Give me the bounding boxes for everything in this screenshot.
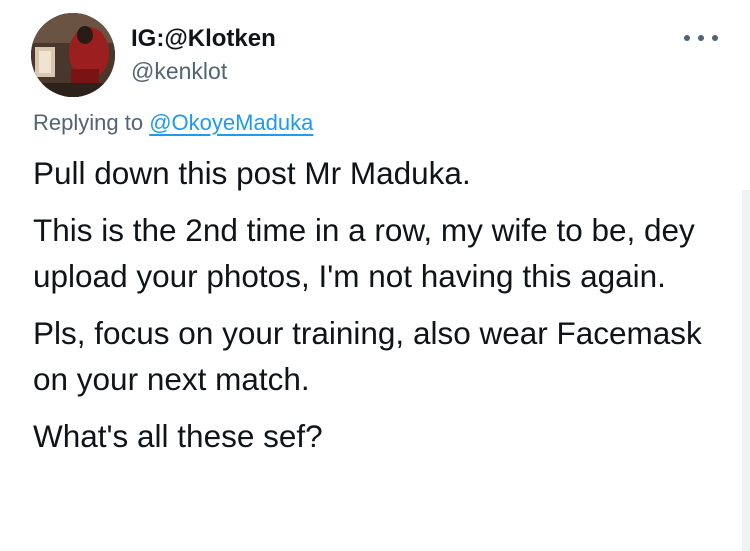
replying-to: Replying to @OkoyeMaduka <box>33 108 313 138</box>
replying-to-mention[interactable]: @OkoyeMaduka <box>149 110 313 135</box>
replying-to-label: Replying to <box>33 110 144 135</box>
display-name[interactable]: IG:@Klotken <box>131 24 276 54</box>
more-dot <box>698 35 704 41</box>
author-block: IG:@Klotken @kenklot <box>131 24 276 86</box>
more-dot <box>684 35 690 41</box>
more-dot <box>712 35 718 41</box>
tweet-paragraph: Pls, focus on your training, also wear F… <box>33 315 702 397</box>
more-options-icon[interactable] <box>684 30 718 46</box>
tweet-text: Pull down this post Mr Maduka. This is t… <box>33 150 733 470</box>
avatar[interactable] <box>31 13 115 97</box>
tweet-paragraph: Pull down this post Mr Maduka. <box>33 155 471 191</box>
profile-photo-icon <box>31 13 115 97</box>
tweet-paragraph: What's all these sef? <box>33 418 323 454</box>
tweet-paragraph: This is the 2nd time in a row, my wife t… <box>33 212 695 294</box>
scrollbar[interactable] <box>742 190 750 551</box>
tweet: IG:@Klotken @kenklot Replying to @OkoyeM… <box>0 0 750 551</box>
user-handle[interactable]: @kenklot <box>131 56 276 86</box>
